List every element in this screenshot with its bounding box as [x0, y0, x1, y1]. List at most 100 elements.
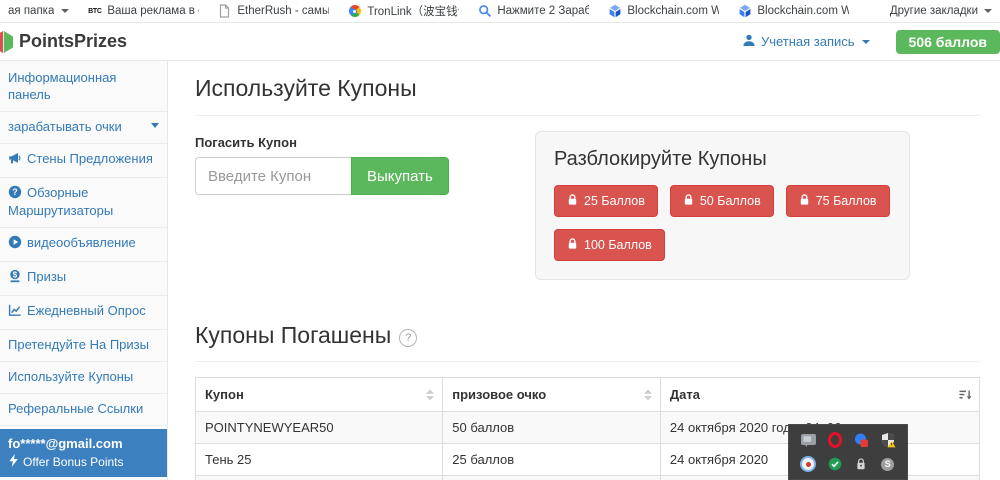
sidebar-item[interactable]: видеообъявление [0, 228, 167, 262]
bookmark-item[interactable]: ая папка [8, 5, 69, 17]
sidebar-item[interactable]: зарабатывать очки [0, 112, 167, 144]
help-icon[interactable]: ? [399, 329, 417, 347]
sidebar-item-label: зарабатывать очки [8, 119, 122, 134]
antivirus-check-icon[interactable] [827, 456, 843, 472]
blue-app-icon[interactable] [853, 432, 869, 448]
magnifier-icon [477, 4, 492, 19]
main-content: Используйте Купоны Погасить Купон Выкупа… [168, 61, 1000, 480]
sort-icon [643, 388, 653, 401]
page-title: Используйте Купоны [195, 75, 980, 102]
sidebar: Информационная панель зарабатывать очки Ст… [0, 61, 168, 480]
bullhorn-icon [8, 151, 22, 170]
referral-email: fo*****@gmail.com [8, 436, 159, 452]
sidebar-item[interactable]: Претендуйте На Призы [0, 330, 167, 362]
site-header: PointsPrizes Учетная запись 506 баллов [0, 23, 1000, 61]
btc-icon: BTC [87, 4, 102, 19]
bookmark-label: Нажмите 2 Зараб [497, 5, 589, 17]
bookmarks-bar: ая папка BTC Ваша реклама в с EtherRush - с… [0, 0, 1000, 23]
points-balance-badge: 506 баллов [896, 30, 1000, 54]
chevron-down-icon [151, 123, 159, 128]
bookmark-item[interactable]: Blockchain.com Wa [737, 4, 849, 19]
pointsprizes-logo-icon [0, 30, 15, 54]
blockchain-icon [607, 4, 622, 19]
app-window-icon[interactable] [800, 432, 816, 448]
blockchain-icon [737, 4, 752, 19]
other-bookmarks-button[interactable]: Другие закладки [890, 5, 992, 17]
unlock-coupon-button[interactable]: 75 Баллов [786, 185, 890, 217]
svg-text:?: ? [12, 187, 18, 197]
unlock-coupon-button[interactable]: 50 Баллов [670, 185, 774, 217]
unlock-coupon-label: 75 Баллов [816, 194, 877, 208]
unlock-coupon-label: 100 Баллов [584, 238, 652, 252]
redeemed-title: Купоны Погашены [195, 322, 391, 349]
potplayer-icon[interactable] [800, 456, 816, 472]
column-label: призовое очко [452, 387, 546, 402]
sidebar-item[interactable]: Реферальные Ссылки [0, 394, 167, 426]
opera-icon[interactable] [827, 432, 843, 448]
sidebar-item[interactable]: Информационная панель [0, 63, 167, 112]
sidebar-item[interactable]: ?Обзорные Маршрутизаторы [0, 178, 167, 229]
redeem-button[interactable]: Выкупать [351, 157, 449, 195]
padlock-icon[interactable] [853, 456, 869, 472]
sort-desc-icon [959, 389, 972, 401]
page-body: Информационная панель зарабатывать очки Ст… [0, 61, 1000, 480]
column-label: Дата [670, 387, 700, 402]
bookmark-item[interactable]: BTC Ваша реклама в с [87, 4, 199, 19]
table-cell: Бесстрашный 50 [196, 476, 443, 480]
account-label: Учетная запись [761, 34, 855, 49]
sidebar-item-label: Обзорные Маршрутизаторы [8, 185, 113, 219]
coupon-input[interactable] [195, 157, 351, 195]
bookmark-item[interactable]: EtherRush - самый [217, 4, 329, 19]
table-cell: 50 баллов [443, 476, 661, 480]
bookmark-item[interactable]: Нажмите 2 Зараб [477, 4, 589, 19]
chart-line-icon [8, 303, 22, 322]
column-label: Купон [205, 387, 244, 402]
sidebar-item-label: Ежедневный Опрос [27, 303, 146, 318]
bookmark-label: Ваша реклама в с [107, 5, 199, 17]
brand-logo[interactable]: PointsPrizes [0, 30, 127, 54]
account-menu[interactable]: Учетная запись [742, 33, 870, 50]
sidebar-item-label: Призы [27, 269, 66, 284]
referral-sub: Offer Bonus Points [8, 454, 159, 470]
bookmark-label: Blockchain.com Wa [757, 5, 849, 17]
chevron-down-icon [61, 9, 69, 13]
page-icon [217, 4, 232, 19]
referral-sub-label: Offer Bonus Points [23, 455, 124, 469]
user-icon [742, 33, 756, 50]
defender-alert-icon[interactable] [880, 432, 896, 448]
play-circle-icon [8, 235, 22, 254]
bookmark-label: ая папка [8, 5, 54, 17]
unlock-coupon-button[interactable]: 100 Баллов [554, 229, 665, 261]
unlock-coupon-button[interactable]: 25 Баллов [554, 185, 658, 217]
sidebar-item[interactable]: $ Призы [0, 262, 167, 296]
lock-icon [567, 237, 578, 253]
unlock-coupons-panel: Разблокируйте Купоны 25 Баллов 50 Баллов 7… [535, 131, 910, 280]
system-tray-popup: S [788, 424, 908, 480]
bookmarks-list: ая папка BTC Ваша реклама в с EtherRush - с… [8, 3, 890, 19]
sidebar-item-label: Информационная панель [8, 70, 116, 102]
question-circle-icon: ? [8, 185, 22, 204]
sidebar-item[interactable]: Используйте Купоны [0, 362, 167, 394]
bookmark-item[interactable]: Blockchain.com Wa [607, 4, 719, 19]
sidebar-item-label: видеообъявление [27, 235, 136, 250]
table-cell: Тень 25 [196, 444, 443, 476]
unlock-coupon-label: 25 Баллов [584, 194, 645, 208]
bookmark-item[interactable]: TronLink（波宝钱包 [347, 3, 459, 19]
sidebar-item-label: Реферальные Ссылки [8, 401, 143, 416]
unlock-title: Разблокируйте Купоны [554, 148, 891, 171]
sidebar-item[interactable]: Стены Предложения [0, 144, 167, 178]
dollar-icon: $ [8, 269, 22, 288]
referral-account[interactable]: fo*****@gmail.com Offer Bonus Points [0, 429, 167, 477]
brand-name: PointsPrizes [19, 31, 127, 52]
table-column-header[interactable]: Дата [660, 378, 979, 412]
table-column-header[interactable]: призовое очко [443, 378, 661, 412]
sidebar-item[interactable]: Ежедневный Опрос [0, 296, 167, 330]
skype-offline-icon[interactable]: S [880, 456, 896, 472]
sidebar-item-label: Используйте Купоны [8, 369, 133, 384]
sidebar-item-label: Претендуйте На Призы [8, 337, 149, 352]
lock-icon [683, 193, 694, 209]
unlock-coupon-label: 50 Баллов [700, 194, 761, 208]
table-column-header[interactable]: Купон [196, 378, 443, 412]
sidebar-item-label: Стены Предложения [27, 151, 153, 166]
bolt-icon [8, 454, 19, 470]
